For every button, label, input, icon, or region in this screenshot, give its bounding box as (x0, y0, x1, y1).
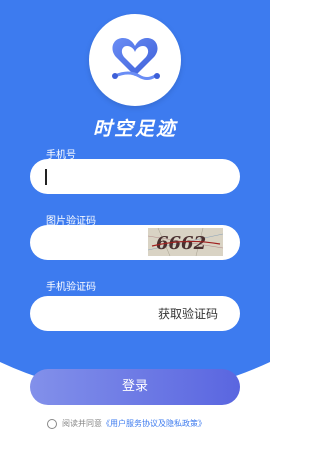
captcha-graphic: 6662 (148, 228, 223, 256)
agreement-link[interactable]: 《用户服务协议及隐私政策》 (102, 419, 206, 428)
app-logo (89, 14, 181, 106)
agreement-row: 阅读并同意《用户服务协议及隐私政策》 (0, 418, 270, 432)
app-title: 时空足迹 (92, 118, 177, 140)
agreement-prefix: 阅读并同意 (62, 419, 102, 428)
login-button[interactable]: 登录 (30, 369, 240, 405)
sms-code-input[interactable]: 获取验证码 (30, 296, 240, 331)
heart-path-icon (112, 38, 160, 80)
phone-input[interactable] (30, 159, 240, 194)
sms-label: 手机验证码 (46, 282, 96, 293)
get-sms-code-button[interactable]: 获取验证码 (158, 305, 218, 322)
text-cursor (45, 169, 47, 185)
login-screen: 时空足迹 手机号 图片验证码 6662 手机验证码 获取验证码 登录 阅读并同意… (0, 0, 270, 466)
captcha-image[interactable]: 6662 (148, 228, 223, 256)
agreement-text: 阅读并同意《用户服务协议及隐私政策》 (62, 418, 206, 429)
radio-unchecked-icon[interactable] (47, 419, 57, 429)
